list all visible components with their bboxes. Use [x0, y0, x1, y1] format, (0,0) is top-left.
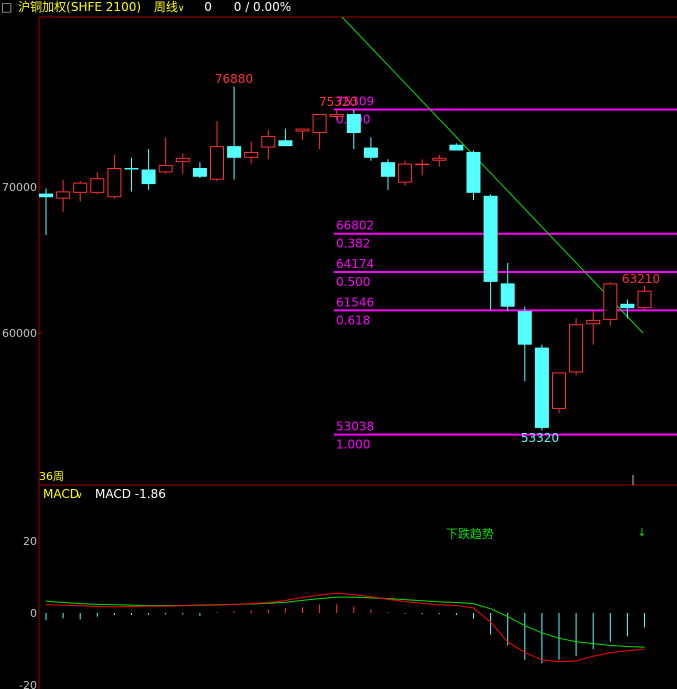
- candle-up[interactable]: [552, 372, 566, 414]
- candle-body: [210, 146, 224, 180]
- candle-body: [603, 283, 618, 320]
- trend-signal-text: 下跌趋势: [446, 526, 494, 541]
- candle-body: [329, 114, 344, 117]
- fib-price-label: 53038: [336, 420, 374, 434]
- candle-body: [261, 135, 276, 148]
- candle-body: [432, 157, 447, 161]
- candle-body: [449, 144, 464, 151]
- candle-body: [158, 165, 173, 173]
- candle-up[interactable]: [432, 154, 447, 167]
- candle-down[interactable]: [227, 86, 242, 180]
- candle-up[interactable]: [261, 130, 276, 160]
- candle-up[interactable]: [107, 154, 122, 199]
- candle-body: [569, 324, 584, 373]
- candle-down[interactable]: [141, 149, 156, 190]
- candle-up[interactable]: [90, 172, 105, 195]
- candle-body: [124, 168, 139, 170]
- candle-body: [107, 168, 122, 198]
- candle-up[interactable]: [312, 114, 327, 150]
- candle-body: [586, 319, 601, 325]
- fib-ratio-label: 0.500: [336, 275, 370, 289]
- candle-body: [56, 191, 71, 199]
- candle-down[interactable]: [124, 157, 139, 192]
- candle-body: [398, 163, 413, 183]
- candle-body: [363, 147, 378, 158]
- candle-up[interactable]: [73, 181, 88, 202]
- fib-price-label: 66802: [336, 219, 374, 233]
- candle-body: [637, 290, 652, 309]
- fib-price-label: 64174: [336, 257, 374, 271]
- candle-down[interactable]: [449, 143, 464, 151]
- fib-ratio-label: 0.618: [336, 313, 370, 327]
- candle-up[interactable]: [210, 121, 224, 182]
- candle-body: [534, 347, 549, 428]
- candle-up[interactable]: [56, 179, 71, 212]
- candle-up[interactable]: [158, 137, 173, 174]
- candle-down[interactable]: [534, 344, 549, 431]
- candle-down[interactable]: [346, 109, 361, 150]
- arrow-down-icon: ↓: [637, 526, 646, 539]
- y-axis-label: 60000: [2, 327, 37, 340]
- low-label: 53320: [521, 431, 559, 445]
- candle-body: [415, 163, 430, 166]
- candle-body: [620, 303, 635, 309]
- candle-body: [73, 182, 88, 193]
- macd-header: MACD ∨ MACD -1.86: [43, 487, 166, 501]
- candle-body: [90, 178, 105, 193]
- macd-y-axis-label: -20: [19, 679, 37, 689]
- candle-down[interactable]: [192, 162, 207, 179]
- y-axis-label: 70000: [2, 181, 37, 194]
- candle-body: [312, 114, 327, 133]
- peak-label: 75320: [319, 95, 357, 109]
- kline-chart[interactable]: 753090.000668020.382641740.500615460.618…: [0, 0, 677, 689]
- candle-up[interactable]: [569, 318, 584, 376]
- candle-down[interactable]: [39, 188, 53, 236]
- candle-down[interactable]: [381, 159, 395, 190]
- macd-indicator-selector[interactable]: MACD: [43, 487, 79, 501]
- candle-down[interactable]: [466, 150, 481, 201]
- candle-down[interactable]: [483, 194, 498, 310]
- candle-up[interactable]: [175, 153, 190, 174]
- candle-body: [500, 283, 515, 307]
- candle-body: [483, 195, 498, 282]
- candle-down[interactable]: [363, 137, 378, 161]
- candle-up[interactable]: [295, 128, 310, 141]
- candle-up[interactable]: [415, 159, 430, 176]
- fib-ratio-label: 0.382: [336, 237, 370, 251]
- candle-body: [39, 193, 53, 198]
- candle-body: [244, 151, 259, 158]
- candle-down[interactable]: [620, 299, 635, 319]
- candle-body: [552, 372, 566, 409]
- candle-body: [295, 128, 310, 132]
- chevron-down-icon[interactable]: ∨: [76, 491, 83, 501]
- candle-body: [192, 168, 207, 177]
- fib-price-label: 61546: [336, 295, 374, 309]
- candle-up[interactable]: [603, 281, 618, 326]
- last-label: 63210: [622, 272, 660, 286]
- candle-down[interactable]: [278, 128, 293, 147]
- macd-dif-line: [45, 592, 645, 663]
- candle-body: [517, 311, 532, 345]
- candle-body: [141, 169, 156, 185]
- period-count-label: 36周: [39, 470, 64, 483]
- candle-body: [346, 114, 361, 133]
- candle-body: [381, 162, 395, 177]
- macd-y-axis-label: 20: [23, 535, 37, 548]
- candle-body: [175, 157, 190, 163]
- fib-ratio-label: 1.000: [336, 438, 370, 452]
- candle-up[interactable]: [637, 286, 652, 310]
- candle-body: [227, 146, 242, 158]
- candle-body: [466, 151, 481, 193]
- macd-value: MACD -1.86: [95, 487, 166, 501]
- candle-down[interactable]: [500, 262, 515, 312]
- candle-up[interactable]: [586, 309, 601, 345]
- candle-down[interactable]: [517, 306, 532, 382]
- candle-body: [278, 140, 293, 147]
- macd-y-axis-label: 0: [30, 607, 37, 620]
- candle-up[interactable]: [244, 141, 259, 164]
- candle-up[interactable]: [398, 160, 413, 186]
- high-label: 76880: [215, 72, 253, 86]
- macd-dea-line: [45, 596, 645, 648]
